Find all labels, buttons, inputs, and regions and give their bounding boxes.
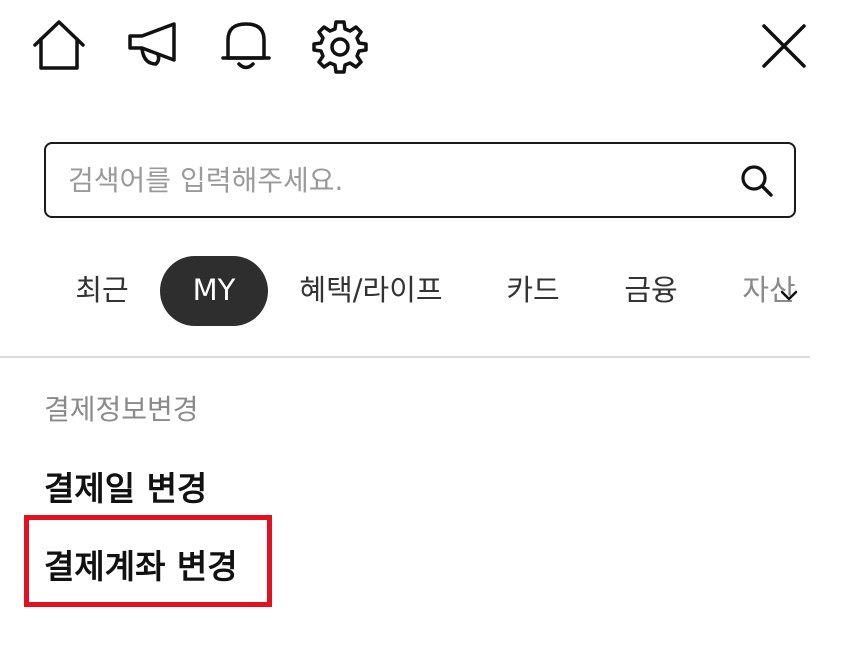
divider xyxy=(0,356,810,358)
menu-page: 최근 MY 혜택/라이프 카드 금융 자산 결제정보변경 결제일 변경 결제계좌… xyxy=(0,0,843,650)
search-input[interactable] xyxy=(68,144,708,216)
close-icon[interactable] xyxy=(760,22,808,70)
search-box xyxy=(44,142,796,218)
search-icon[interactable] xyxy=(740,164,774,198)
category-tabs: 최근 MY 혜택/라이프 카드 금융 자산 xyxy=(0,256,810,326)
tab-finance[interactable]: 금융 xyxy=(622,256,680,326)
tab-card[interactable]: 카드 xyxy=(504,256,562,326)
tab-my[interactable]: MY xyxy=(160,256,268,326)
menu-item-change-payment-date[interactable]: 결제일 변경 xyxy=(44,462,207,510)
gear-icon[interactable] xyxy=(312,18,368,74)
chevron-down-icon[interactable] xyxy=(778,285,800,307)
home-icon[interactable] xyxy=(30,18,88,72)
tab-benefit-life[interactable]: 혜택/라이프 xyxy=(298,256,444,326)
tab-recent[interactable]: 최근 xyxy=(74,256,130,326)
section-title: 결제정보변경 xyxy=(44,393,199,426)
highlight-box xyxy=(24,515,272,607)
megaphone-icon[interactable] xyxy=(126,20,180,70)
bell-icon[interactable] xyxy=(220,16,272,72)
